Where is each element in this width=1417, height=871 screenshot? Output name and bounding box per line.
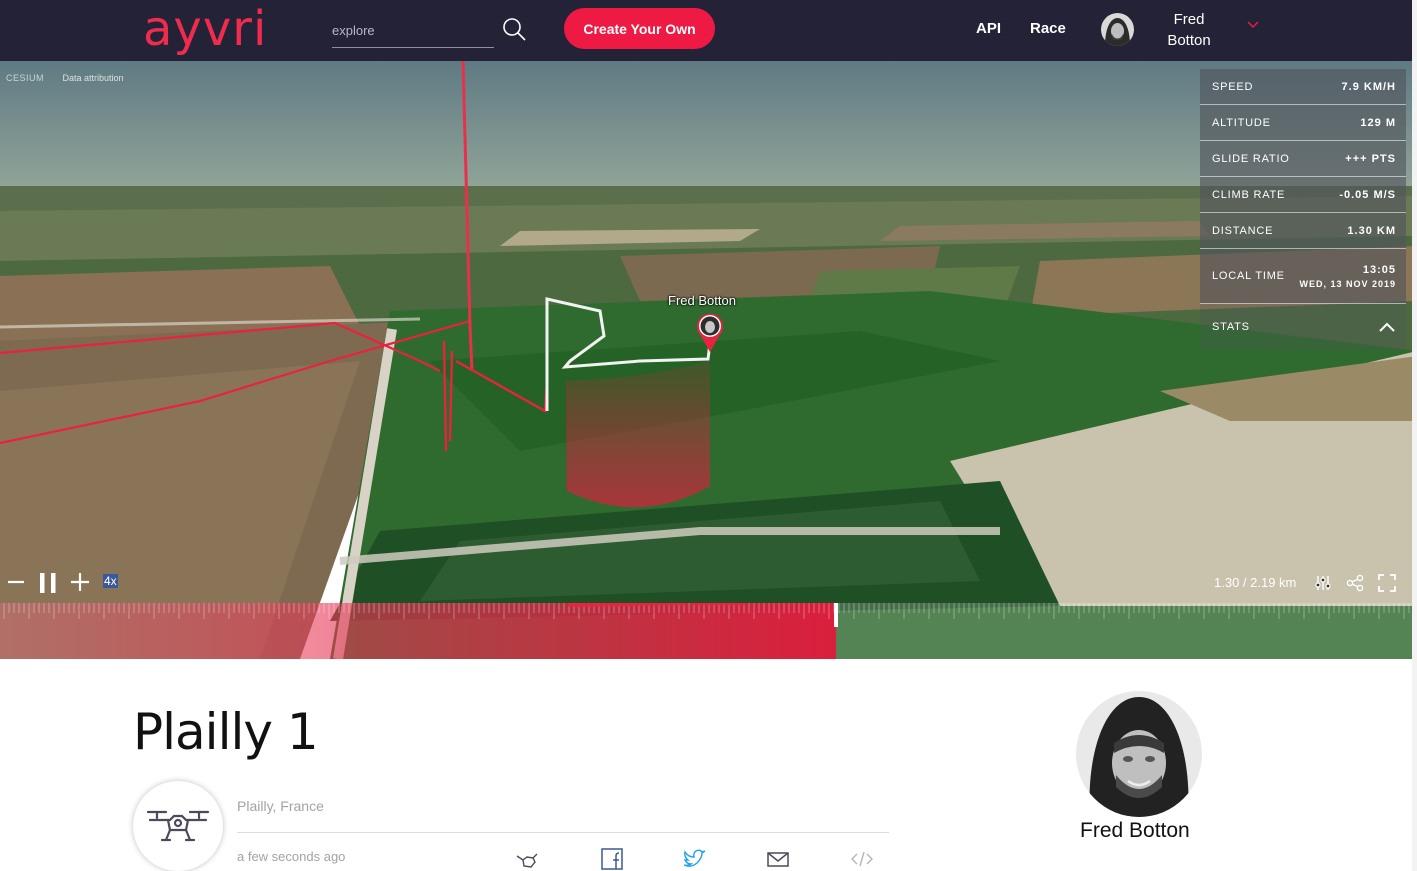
activity-type-badge	[133, 781, 223, 871]
local-time-value: 13:05 WED, 13 NOV 2019	[1299, 264, 1396, 289]
stat-label: SPEED	[1212, 80, 1254, 93]
distance-readout: 1.30 / 2.19 km	[1214, 575, 1297, 590]
stat-value: 129 M	[1360, 116, 1396, 129]
playback-timeline[interactable]	[0, 603, 1417, 659]
avatar-portrait-icon	[1101, 13, 1134, 46]
info-divider	[237, 832, 889, 833]
shaka-hand-icon[interactable]	[515, 848, 539, 870]
stats-panel: SPEED 7.9 KM/H ALTITUDE 129 M GLIDE RATI…	[1200, 69, 1406, 350]
faster-icon[interactable]	[70, 572, 90, 592]
drone-icon	[146, 810, 210, 842]
nav-race-link[interactable]: Race	[1030, 20, 1066, 37]
pilot-portrait-icon	[1076, 691, 1202, 817]
pilot-profile-photo[interactable]	[1076, 691, 1202, 817]
user-avatar[interactable]	[1101, 13, 1134, 46]
stat-value: -0.05 M/S	[1339, 188, 1396, 201]
page-scrollbar[interactable]	[1412, 0, 1417, 871]
chevron-up-icon[interactable]	[1378, 321, 1396, 333]
stat-altitude: ALTITUDE 129 M	[1200, 105, 1406, 141]
stat-speed: SPEED 7.9 KM/H	[1200, 69, 1406, 105]
stat-climb-rate: CLIMB RATE -0.05 M/S	[1200, 177, 1406, 213]
embed-code-icon[interactable]	[850, 848, 874, 870]
create-your-own-button[interactable]: Create Your Own	[564, 8, 715, 49]
map-attribution[interactable]: CESIUM Data attribution	[6, 73, 124, 83]
stat-label: CLIMB RATE	[1212, 188, 1286, 201]
stat-value: +++ PTS	[1345, 152, 1396, 165]
playback-speed[interactable]: 4x	[103, 574, 118, 588]
stat-value: 7.9 KM/H	[1341, 80, 1396, 93]
stats-toggle-label: STATS	[1212, 321, 1250, 333]
search-input[interactable]	[332, 14, 492, 44]
search-icon[interactable]	[500, 16, 528, 44]
fullscreen-icon[interactable]	[1378, 574, 1396, 592]
stat-label: LOCAL TIME	[1212, 270, 1285, 282]
chevron-down-icon[interactable]	[1246, 19, 1260, 31]
user-menu[interactable]: Fred Botton	[1150, 9, 1228, 51]
3d-map-viewport[interactable]: CESIUM Data attribution Fred Botton SPEE…	[0, 61, 1417, 659]
pause-icon[interactable]	[38, 572, 58, 594]
pilot-map-label: Fred Botton	[668, 293, 736, 308]
stat-label: GLIDE RATIO	[1212, 152, 1290, 165]
ayvri-logo[interactable]: ayvri	[143, 4, 267, 54]
nav-api-link[interactable]: API	[976, 20, 1001, 37]
local-time-date: WED, 13 NOV 2019	[1299, 278, 1396, 289]
stat-value: 1.30 KM	[1347, 224, 1396, 237]
local-time-clock: 13:05	[1362, 263, 1396, 276]
top-navbar: ayvri Create Your Own API Race Fred Bott…	[0, 0, 1417, 61]
pilot-map-marker-icon[interactable]	[694, 312, 726, 354]
cesium-logo: CESIUM	[6, 73, 45, 83]
email-icon[interactable]	[766, 848, 790, 870]
stat-label: DISTANCE	[1212, 224, 1274, 237]
search-field	[332, 14, 494, 48]
pilot-profile-name[interactable]: Fred Botton	[1080, 819, 1190, 843]
stats-toggle[interactable]: STATS	[1200, 304, 1406, 350]
flight-title: Plailly 1	[133, 703, 319, 761]
user-last-name: Botton	[1167, 32, 1211, 49]
slower-icon[interactable]	[7, 573, 25, 591]
flight-location: Plailly, France	[237, 798, 324, 814]
twitter-icon[interactable]	[682, 848, 706, 870]
stat-distance: DISTANCE 1.30 KM	[1200, 213, 1406, 249]
share-icon[interactable]	[1346, 574, 1364, 592]
settings-sliders-icon[interactable]	[1314, 574, 1332, 592]
data-attribution-link[interactable]: Data attribution	[63, 73, 124, 83]
user-first-name: Fred	[1173, 11, 1205, 28]
stat-glide-ratio: GLIDE RATIO +++ PTS	[1200, 141, 1406, 177]
timeline-ticks	[3, 603, 1415, 627]
flight-time-ago: a few seconds ago	[237, 849, 346, 864]
stat-label: ALTITUDE	[1212, 116, 1271, 129]
stat-local-time: LOCAL TIME 13:05 WED, 13 NOV 2019	[1200, 249, 1406, 304]
facebook-icon[interactable]	[600, 848, 624, 870]
